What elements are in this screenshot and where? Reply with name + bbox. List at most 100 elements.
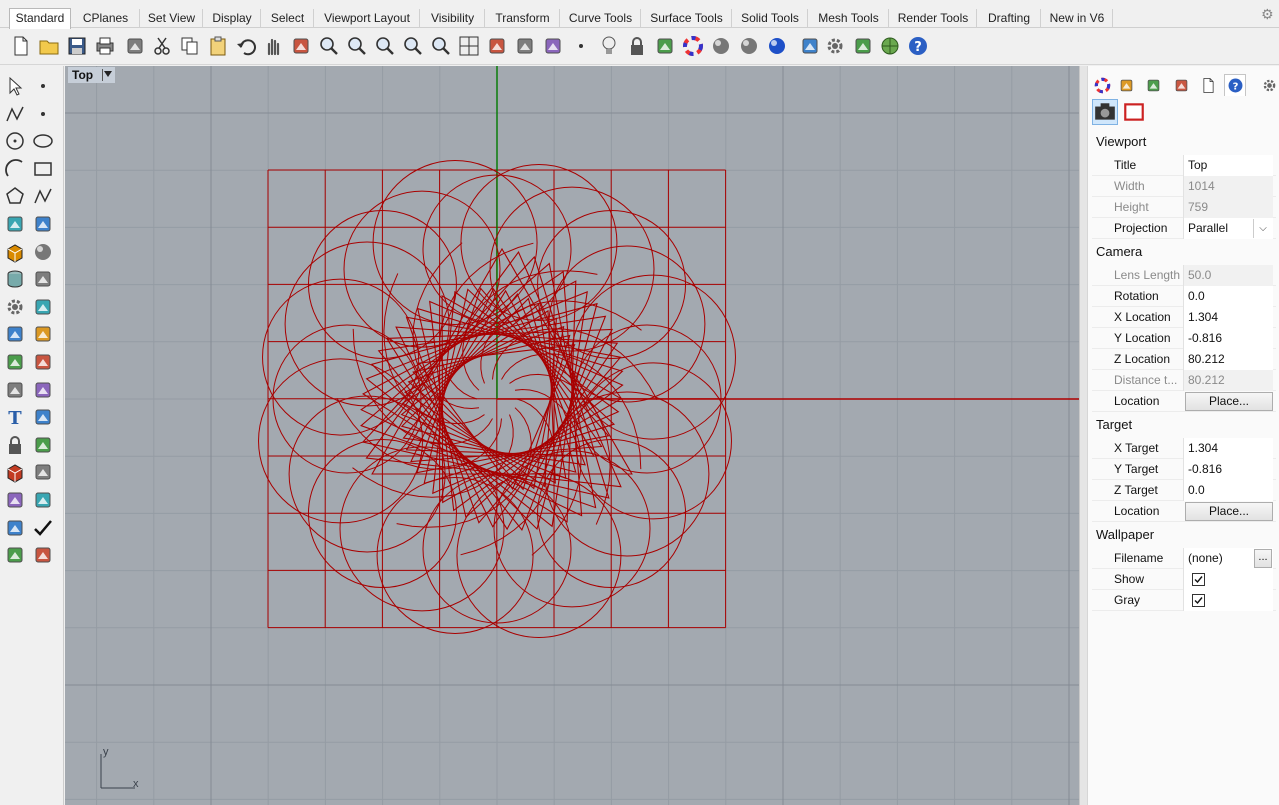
- rotate-solid-icon[interactable]: [2, 542, 28, 568]
- tab-set-view[interactable]: Set View: [141, 9, 203, 28]
- cylinder-icon[interactable]: [2, 266, 28, 292]
- circle-icon[interactable]: [2, 128, 28, 154]
- help-panel-icon[interactable]: ?: [1224, 74, 1246, 96]
- help-icon[interactable]: ?: [905, 33, 931, 59]
- rectangle-icon[interactable]: [30, 156, 56, 182]
- import-icon[interactable]: [122, 33, 148, 59]
- solid-box-icon[interactable]: [2, 459, 28, 485]
- wallpaper-show-checkbox[interactable]: [1192, 573, 1205, 586]
- material-sphere-icon[interactable]: [764, 33, 790, 59]
- render-sphere-icon[interactable]: [736, 33, 762, 59]
- gear-icon[interactable]: [1258, 74, 1279, 96]
- tab-solid-tools[interactable]: Solid Tools: [733, 9, 808, 28]
- panel-splitter[interactable]: [1079, 66, 1087, 805]
- color-wheel-icon[interactable]: [680, 33, 706, 59]
- split-icon[interactable]: [30, 321, 56, 347]
- display-panel-icon[interactable]: [1170, 74, 1192, 96]
- car-icon[interactable]: [484, 33, 510, 59]
- color-properties-icon[interactable]: [1091, 74, 1113, 96]
- zoom-extents-icon[interactable]: [372, 33, 398, 59]
- paint-bucket-icon[interactable]: [512, 33, 538, 59]
- sphere-solid-icon[interactable]: [30, 239, 56, 265]
- settings-icon[interactable]: [822, 33, 848, 59]
- pan-hand-icon[interactable]: [260, 33, 286, 59]
- camera-prop-value[interactable]: 1.304: [1183, 307, 1273, 328]
- camera-prop-value[interactable]: 0.0: [1183, 286, 1273, 307]
- wallpaper-filename-value[interactable]: (none) ...: [1183, 548, 1273, 569]
- paint-icon[interactable]: [30, 542, 56, 568]
- target-prop-value[interactable]: 0.0: [1183, 480, 1273, 501]
- globe-icon[interactable]: [877, 33, 903, 59]
- viewport-menu-arrow-icon[interactable]: [104, 71, 113, 77]
- camera-prop-value[interactable]: 80.212: [1183, 349, 1273, 370]
- block-icon[interactable]: [2, 432, 28, 458]
- tab-curve-tools[interactable]: Curve Tools: [561, 9, 641, 28]
- camera-prop-value[interactable]: -0.816: [1183, 328, 1273, 349]
- shade-sphere-icon[interactable]: [708, 33, 734, 59]
- cut-icon[interactable]: [149, 33, 175, 59]
- group-icon[interactable]: [30, 349, 56, 375]
- four-viewports-icon[interactable]: [456, 33, 482, 59]
- undo-icon[interactable]: [233, 33, 259, 59]
- target-prop-value[interactable]: -0.816: [1183, 459, 1273, 480]
- open-folder-icon[interactable]: [36, 33, 62, 59]
- tab-surface-tools[interactable]: Surface Tools: [642, 9, 732, 28]
- arc-icon[interactable]: [2, 156, 28, 182]
- tab-viewport-layout[interactable]: Viewport Layout: [315, 9, 420, 28]
- copy-icon[interactable]: [177, 33, 203, 59]
- top-viewport[interactable]: Top y x: [65, 66, 1079, 805]
- layers-panel-icon[interactable]: [1115, 74, 1137, 96]
- viewport-prop-value[interactable]: Parallel ⌵: [1183, 218, 1273, 239]
- fillet-icon[interactable]: [2, 377, 28, 403]
- gear-icon[interactable]: ⚙: [1261, 7, 1275, 21]
- camera-prop-place-button[interactable]: Place...: [1185, 392, 1273, 411]
- tab-drafting[interactable]: Drafting: [978, 9, 1041, 28]
- polyline-icon[interactable]: [2, 101, 28, 127]
- lock-icon[interactable]: [624, 33, 650, 59]
- tab-display[interactable]: Display: [204, 9, 261, 28]
- save-icon[interactable]: [64, 33, 90, 59]
- viewport-prop-value[interactable]: Top: [1183, 155, 1273, 176]
- explode-icon[interactable]: [30, 294, 56, 320]
- ellipse-icon[interactable]: [30, 128, 56, 154]
- mesh-plane-icon[interactable]: [30, 266, 56, 292]
- select-arrow-icon[interactable]: [2, 73, 28, 99]
- viewport-frame-icon[interactable]: [1121, 99, 1147, 125]
- viewport-title-tab[interactable]: Top: [68, 67, 116, 83]
- sweep-icon[interactable]: [2, 515, 28, 541]
- layer-icon[interactable]: [652, 33, 678, 59]
- paste-icon[interactable]: [205, 33, 231, 59]
- move-point-icon[interactable]: [568, 33, 594, 59]
- object-snap-icon[interactable]: [540, 33, 566, 59]
- zoom-previous-icon[interactable]: [428, 33, 454, 59]
- point-icon[interactable]: [30, 73, 56, 99]
- files-panel-icon[interactable]: [1197, 74, 1219, 96]
- wallpaper-gray-checkbox[interactable]: [1192, 594, 1205, 607]
- new-file-icon[interactable]: [8, 33, 34, 59]
- hatch-icon[interactable]: [30, 459, 56, 485]
- align-icon[interactable]: [30, 487, 56, 513]
- grips-icon[interactable]: [850, 33, 876, 59]
- wallpaper-browse-button[interactable]: ...: [1254, 549, 1272, 568]
- tab-cplanes[interactable]: CPlanes: [72, 9, 140, 28]
- chevron-down-icon[interactable]: ⌵: [1253, 219, 1272, 238]
- tab-standard[interactable]: Standard: [9, 8, 71, 29]
- tab-render-tools[interactable]: Render Tools: [890, 9, 977, 28]
- box-solid-icon[interactable]: [2, 239, 28, 265]
- render-panel-icon[interactable]: [1142, 74, 1164, 96]
- tab-new-in-v6[interactable]: New in V6: [1042, 9, 1113, 28]
- zoom-window-icon[interactable]: [344, 33, 370, 59]
- camera-icon[interactable]: [1092, 99, 1118, 125]
- zoom-icon[interactable]: [316, 33, 342, 59]
- target-prop-value[interactable]: 1.304: [1183, 438, 1273, 459]
- viewport-canvas[interactable]: [65, 66, 1079, 805]
- print-icon[interactable]: [92, 33, 118, 59]
- rotate-view-icon[interactable]: [288, 33, 314, 59]
- array-icon[interactable]: [2, 487, 28, 513]
- trim-icon[interactable]: [2, 321, 28, 347]
- dimension-icon[interactable]: [30, 404, 56, 430]
- chamfer-icon[interactable]: [30, 377, 56, 403]
- surface-corner-icon[interactable]: [2, 211, 28, 237]
- zoom-selected-icon[interactable]: [400, 33, 426, 59]
- text-icon[interactable]: T: [2, 404, 28, 430]
